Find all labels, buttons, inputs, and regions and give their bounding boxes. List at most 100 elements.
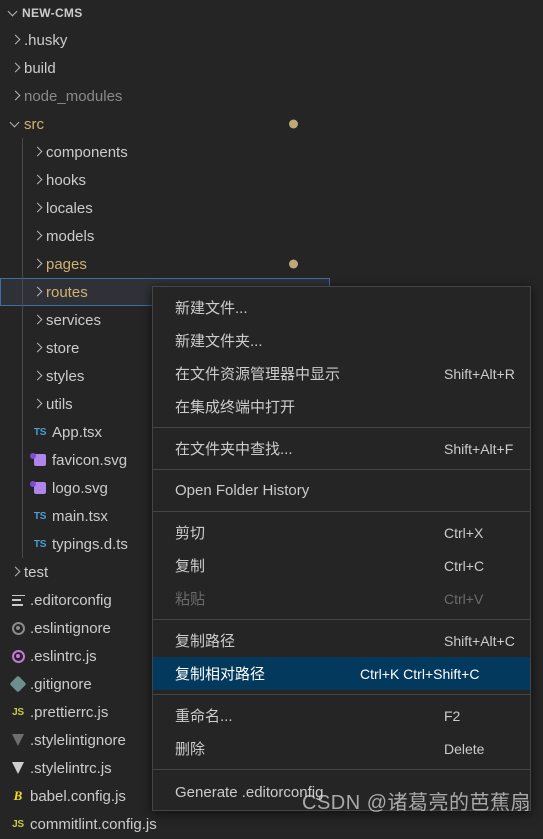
menu-separator — [153, 469, 530, 470]
chevron-right-icon[interactable] — [8, 32, 24, 48]
tree-item-label: main.tsx — [52, 507, 108, 525]
menu-item[interactable]: 在文件夹中查找... Shift+Alt+F — [153, 432, 530, 465]
menu-separator — [153, 769, 530, 770]
tree-item-label: src — [24, 115, 44, 133]
menu-item[interactable]: 新建文件夹... — [153, 324, 530, 357]
indent-guide — [22, 530, 23, 558]
chevron-right-icon[interactable] — [30, 312, 46, 328]
context-menu-body: 新建文件... 新建文件夹... 在文件资源管理器中显示 Shift+Alt+R 在集成… — [153, 291, 530, 810]
chevron-right-icon[interactable] — [30, 368, 46, 384]
stylelint-icon — [8, 759, 28, 777]
chevron-right-icon[interactable] — [30, 396, 46, 412]
modified-badge-dot — [289, 259, 298, 269]
tree-item-label: store — [46, 339, 80, 357]
tree-item-label: routes — [46, 283, 88, 301]
tree-folder-locales[interactable]: locales — [0, 194, 330, 222]
indent-guide — [22, 222, 23, 250]
menu-item-shortcut: F2 — [444, 707, 461, 724]
tree-folder-hooks[interactable]: hooks — [0, 166, 330, 194]
indent-guide — [22, 334, 23, 362]
eslint-gray-icon — [8, 619, 28, 637]
stylelint-dim-icon — [8, 731, 28, 749]
tree-item-label: .eslintignore — [30, 619, 111, 637]
indent-guide — [22, 138, 23, 166]
chevron-right-icon[interactable] — [8, 564, 24, 580]
tree-file-commitlint-config-js[interactable]: JS commitlint.config.js — [0, 810, 330, 838]
tree-folder-node-modules[interactable]: node_modules — [0, 82, 330, 110]
chevron-right-icon[interactable] — [30, 144, 46, 160]
svg-icon — [30, 451, 50, 469]
menu-item[interactable]: 剪切 Ctrl+X — [153, 516, 530, 549]
babel-icon: B — [13, 788, 23, 803]
tree-item-label: build — [24, 59, 56, 77]
chevron-right-icon[interactable] — [30, 284, 46, 300]
chevron-right-icon[interactable] — [30, 228, 46, 244]
menu-item-label: 新建文件... — [175, 300, 248, 317]
git-icon — [8, 675, 28, 693]
explorer-root-label: NEW-CMS — [22, 6, 83, 20]
chevron-down-icon[interactable] — [8, 116, 24, 132]
menu-item[interactable]: 新建文件... — [153, 291, 530, 324]
typescript-icon: TS — [33, 538, 47, 550]
tree-folder-src[interactable]: src — [0, 110, 330, 138]
tree-item-label: locales — [46, 199, 93, 217]
tree-item-label: typings.d.ts — [52, 535, 128, 553]
menu-item[interactable]: Generate .editorconfig — [153, 774, 530, 810]
chevron-right-icon[interactable] — [8, 88, 24, 104]
tree-item-label: App.tsx — [52, 423, 103, 441]
tree-folder-models[interactable]: models — [0, 222, 330, 250]
eslint-purple-icon — [8, 647, 28, 665]
menu-item-shortcut: Ctrl+C — [444, 557, 485, 574]
chevron-right-icon[interactable] — [30, 200, 46, 216]
menu-item[interactable]: 重命名... F2 — [153, 699, 530, 732]
menu-item-shortcut: Ctrl+V — [444, 590, 484, 607]
menu-item[interactable]: 复制 Ctrl+C — [153, 549, 530, 582]
indent-guide — [22, 418, 23, 446]
tree-item-label: utils — [46, 395, 73, 413]
tree-item-label: .eslintrc.js — [30, 647, 97, 665]
chevron-right-icon[interactable] — [30, 340, 46, 356]
tree-folder-components[interactable]: components — [0, 138, 330, 166]
chevron-down-icon[interactable] — [6, 5, 22, 21]
context-menu[interactable]: 新建文件... 新建文件夹... 在文件资源管理器中显示 Shift+Alt+R 在集成… — [152, 286, 531, 811]
tree-item-label: models — [46, 227, 95, 245]
menu-item-shortcut: Ctrl+K Ctrl+Shift+C — [360, 665, 480, 682]
chevron-right-icon[interactable] — [30, 172, 46, 188]
tree-item-label: commitlint.config.js — [30, 815, 157, 833]
typescript-icon: TS — [33, 426, 47, 438]
indent-guide — [22, 194, 23, 222]
tree-item-label: pages — [46, 255, 87, 273]
tree-folder-pages[interactable]: pages — [0, 250, 330, 278]
indent-guide — [22, 362, 23, 390]
menu-item-label: 在集成终端中打开 — [175, 399, 296, 416]
tree-item-label: babel.config.js — [30, 787, 126, 805]
menu-item[interactable]: 复制路径 Shift+Alt+C — [153, 624, 530, 657]
tree-item-label: components — [46, 143, 128, 161]
menu-item[interactable]: 在集成终端中打开 — [153, 390, 530, 423]
indent-guide — [22, 306, 23, 334]
svg-icon — [30, 479, 50, 497]
tree-item-label: services — [46, 311, 102, 329]
chevron-right-icon[interactable] — [30, 256, 46, 272]
menu-item-label: 粘贴 — [175, 591, 206, 608]
tree-folder-husky[interactable]: .husky — [0, 26, 330, 54]
tree-item-label: hooks — [46, 171, 87, 189]
menu-separator — [153, 511, 530, 512]
indent-guide — [22, 250, 23, 278]
menu-item-label: Open Folder History — [175, 482, 310, 499]
menu-item-shortcut: Ctrl+X — [444, 524, 484, 541]
menu-item-shortcut: Shift+Alt+C — [444, 632, 515, 649]
menu-item-label: 复制 — [175, 558, 206, 575]
chevron-right-icon[interactable] — [8, 60, 24, 76]
menu-item[interactable]: Open Folder History — [153, 474, 530, 507]
tree-item-label: .stylelintrc.js — [30, 759, 112, 777]
menu-item[interactable]: 复制相对路径 Ctrl+K Ctrl+Shift+C — [153, 657, 530, 690]
tree-item-label: .stylelintignore — [30, 731, 126, 749]
menu-item-shortcut: Shift+Alt+R — [444, 365, 515, 382]
menu-item[interactable]: 在文件资源管理器中显示 Shift+Alt+R — [153, 357, 530, 390]
javascript-icon: JS — [12, 706, 24, 718]
tree-folder-build[interactable]: build — [0, 54, 330, 82]
explorer-root-row[interactable]: NEW-CMS — [0, 0, 330, 26]
menu-item[interactable]: 删除 Delete — [153, 732, 530, 765]
menu-item-label: 复制相对路径 — [175, 666, 266, 683]
